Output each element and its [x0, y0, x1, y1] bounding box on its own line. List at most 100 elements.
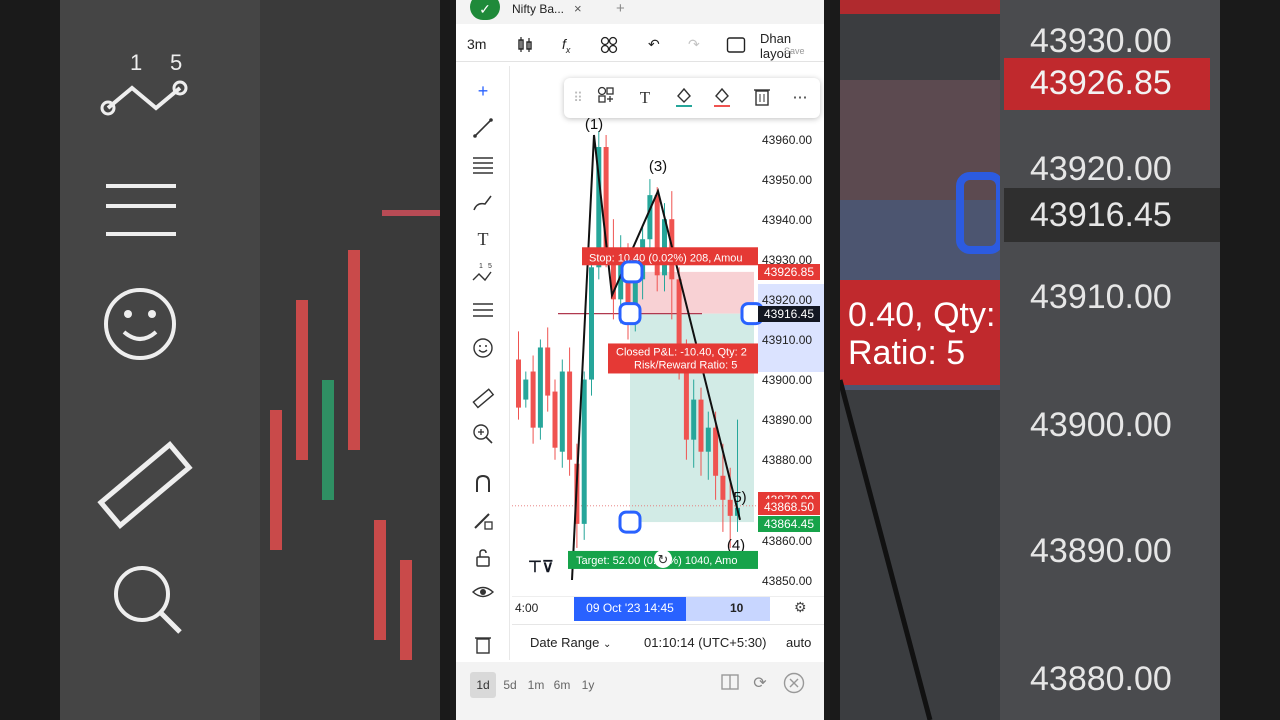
logo-icon[interactable]: ✓ [470, 0, 500, 20]
trend-line-icon[interactable] [468, 116, 498, 142]
candle-body [567, 371, 573, 460]
candle-body [705, 427, 711, 452]
reset-icon: ↻ [658, 553, 669, 568]
price-tag-last-red: 43868.50 [758, 499, 820, 515]
clock-timezone[interactable]: 01:10:14 (UTC+5:30) [644, 635, 766, 650]
fib-retracement-icon[interactable] [468, 152, 498, 178]
backdrop-price-8: 43880.00 [1030, 660, 1172, 698]
price-axis-label: 43900.00 [762, 373, 813, 387]
drag-handle-icon[interactable]: ⠿ [566, 86, 590, 110]
position-handle [620, 260, 644, 284]
chart-area[interactable]: (1) (3) (4) 5) Stop: 10.40 (0.02%) 208, Amou… [512, 66, 824, 596]
candle-body [523, 379, 529, 400]
candle-body [698, 399, 704, 452]
eye-icon[interactable] [468, 580, 498, 606]
price-tag-last-green: 43864.45 [758, 516, 820, 532]
layout-save-label[interactable]: Save [784, 46, 805, 56]
candle-type-icon[interactable] [516, 36, 534, 57]
range-5d[interactable]: 5d [498, 672, 522, 698]
backdrop-pnl-fragment-2: Ratio: 5 [848, 334, 966, 372]
backdrop-pnl-fragment-1: 0.40, Qty: 2 [848, 296, 1024, 334]
undo-icon[interactable]: ↶ [648, 36, 660, 53]
tab-add-icon[interactable]: + [616, 0, 625, 17]
pnl-line-2: Risk/Reward Ratio: 5 [634, 359, 737, 371]
lock-icon[interactable] [468, 546, 498, 572]
price-axis-label: 43850.00 [762, 574, 813, 588]
backdrop-number-5: 5 [170, 50, 182, 75]
tab-strip: ✓ Nifty Ba... × + [456, 0, 824, 24]
backdrop-price-5: 43910.00 [1030, 278, 1172, 316]
stop-zone [630, 271, 754, 314]
svg-text:5: 5 [488, 263, 492, 270]
text-color-icon[interactable]: T [633, 86, 657, 110]
range-1y[interactable]: 1y [576, 672, 600, 698]
backdrop-price-6: 43900.00 [1030, 406, 1172, 444]
wave-label: (3) [649, 158, 667, 175]
time-axis-label-right: 10 [730, 601, 744, 615]
object-tree-icon[interactable] [594, 86, 618, 110]
interval-button[interactable]: 3m [467, 36, 486, 52]
price-axis-label: 43940.00 [762, 213, 813, 227]
backdrop-price-1: 43930.00 [1030, 22, 1172, 60]
time-axis-selected: 09 Oct '23 14:45 [574, 597, 686, 621]
text-tool-icon[interactable]: T [468, 226, 498, 252]
price-tag-entry: 43916.45 [758, 306, 820, 322]
tab-close-icon[interactable]: × [574, 1, 582, 16]
chart-bottom-bar: Date Range ⌄ 01:10:14 (UTC+5:30) auto [512, 624, 824, 660]
chevron-down-icon: ⌄ [603, 639, 612, 650]
backdrop-price-3: 43920.00 [1030, 150, 1172, 188]
border-color-icon[interactable] [710, 86, 734, 110]
patterns-icon[interactable]: 15 [468, 260, 498, 286]
candle-body [589, 267, 594, 380]
price-axis-label: 43880.00 [762, 453, 813, 467]
range-1d[interactable]: 1d [470, 672, 496, 698]
time-axis-range-highlight [686, 597, 770, 621]
trash-icon[interactable] [468, 632, 498, 658]
keep-drawing-icon[interactable] [468, 508, 498, 534]
phone-screen: ✓ Nifty Ba... × + 3m fx ↶ ↷ Dhan layou S… [456, 0, 824, 720]
indicators-icon[interactable]: fx [562, 36, 570, 55]
auto-scale-button[interactable]: auto [786, 635, 811, 650]
prediction-icon[interactable] [468, 298, 498, 324]
refresh-icon[interactable]: ⟳ [748, 672, 772, 696]
position-handle [618, 302, 642, 326]
crosshair-icon[interactable]: + [468, 78, 498, 104]
delete-drawing-icon[interactable] [750, 86, 774, 110]
templates-icon[interactable] [600, 36, 618, 57]
stop-label: Stop: 10.40 (0.02%) 208, Amou [589, 252, 743, 264]
brush-icon[interactable] [468, 190, 498, 216]
drawing-tools-panel: + T 15 [456, 66, 510, 660]
price-axis-label: 43890.00 [762, 413, 813, 427]
backdrop-price-7: 43890.00 [1030, 532, 1172, 570]
redo-icon[interactable]: ↷ [688, 36, 700, 53]
candle-body [647, 195, 653, 240]
price-axis-label: 43950.00 [762, 173, 813, 187]
price-axis-label: 43910.00 [762, 333, 813, 347]
fullscreen-icon[interactable] [726, 36, 746, 57]
chart-toolbar: 3m fx ↶ ↷ Dhan layou Save [456, 28, 824, 62]
drawing-toolbar: ⠿ T ⋯ [564, 78, 820, 118]
price-tag-upper: 43926.85 [758, 264, 820, 280]
ruler-icon[interactable] [468, 386, 498, 412]
time-axis-label-left: 4:00 [515, 601, 539, 615]
backdrop-price-4: 43916.45 [1030, 196, 1172, 234]
range-1m[interactable]: 1m [524, 672, 548, 698]
backdrop-number-1: 1 [130, 50, 142, 75]
candle-body [691, 399, 697, 440]
close-circle-icon[interactable] [782, 672, 806, 696]
compare-icon[interactable] [718, 672, 742, 696]
svg-text:1: 1 [479, 263, 483, 270]
settings-gear-icon[interactable]: ⚙ [794, 599, 807, 616]
candle-body [545, 347, 551, 396]
candle-body [559, 371, 565, 452]
tab-title: Nifty Ba... [512, 2, 565, 16]
range-6m[interactable]: 6m [550, 672, 574, 698]
more-options-icon[interactable]: ⋯ [788, 86, 812, 110]
fill-color-icon[interactable] [672, 86, 696, 110]
time-axis[interactable]: 4:00 09 Oct '23 14:45 10 ⚙ [512, 596, 824, 621]
emoji-icon[interactable] [468, 336, 498, 362]
magnet-icon[interactable] [468, 472, 498, 498]
zoom-in-icon[interactable] [468, 422, 498, 448]
date-range-button[interactable]: Date Range ⌄ [530, 635, 611, 650]
date-range-label: Date Range [530, 635, 600, 650]
